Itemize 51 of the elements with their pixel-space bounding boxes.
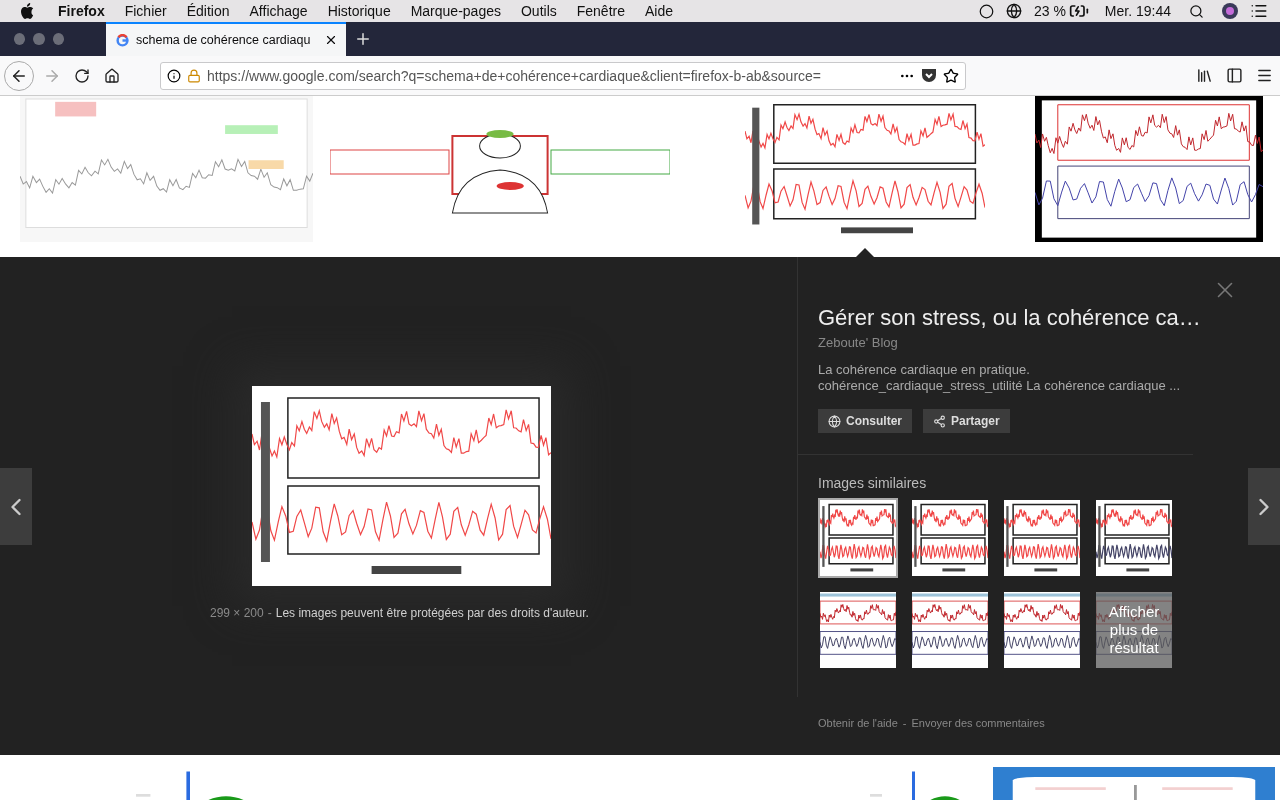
separator: - bbox=[267, 606, 272, 620]
section-heading: Images similaires bbox=[818, 475, 928, 491]
result-source: Zeboute' Blog bbox=[818, 335, 899, 350]
sidebar-icon bbox=[1225, 67, 1243, 84]
result-title[interactable]: Gérer son stress, ou la cohérence ca… bbox=[818, 305, 1248, 331]
menu-bar-clock[interactable]: Mer. 19:44 bbox=[1104, 3, 1171, 19]
next-button[interactable] bbox=[1248, 468, 1280, 545]
share-button[interactable]: Partager bbox=[923, 409, 1010, 433]
apple-logo-icon[interactable] bbox=[20, 3, 34, 19]
copyright-notice: Les images peuvent être protégées par des droits d'auteur. bbox=[275, 606, 589, 620]
show-more-overlay[interactable]: Afficher plus de résultat bbox=[1096, 592, 1172, 668]
zoom-window-button[interactable] bbox=[52, 33, 64, 45]
plus-icon bbox=[354, 30, 372, 48]
home-icon bbox=[104, 67, 120, 84]
globe-icon bbox=[828, 414, 841, 428]
google-logo-icon bbox=[116, 33, 129, 47]
search-icon[interactable] bbox=[1189, 3, 1204, 19]
help-link[interactable]: Obtenir de l'aide bbox=[818, 717, 898, 729]
visit-button[interactable]: Consulter bbox=[818, 409, 912, 433]
menu-item[interactable]: Marque-pages bbox=[410, 3, 501, 19]
image-dimensions: 299 × 200 bbox=[210, 606, 264, 620]
close-icon[interactable] bbox=[324, 33, 338, 47]
separator: - bbox=[902, 717, 907, 729]
menu-item[interactable]: Aide bbox=[645, 3, 674, 19]
menu-item[interactable]: Édition bbox=[186, 3, 230, 19]
reload-icon bbox=[74, 67, 90, 84]
menu-item[interactable]: Affichage bbox=[249, 3, 308, 19]
menu-icon bbox=[1255, 67, 1273, 84]
feedback-link[interactable]: Envoyer des commentaires bbox=[911, 717, 1045, 729]
library-icon bbox=[1195, 67, 1213, 84]
tab-title: schema de cohérence cardiaqu bbox=[136, 33, 311, 47]
notification-center-icon[interactable] bbox=[1250, 2, 1268, 20]
menu-item[interactable]: Fichier bbox=[124, 3, 167, 19]
star-icon[interactable] bbox=[943, 67, 959, 84]
result-description: La cohérence cardiaque en pratique. bbox=[818, 362, 1031, 377]
browser-tab[interactable]: schema de cohérence cardiaqu bbox=[106, 22, 346, 56]
pocket-icon[interactable] bbox=[921, 68, 937, 83]
menu-item[interactable]: Fenêtre bbox=[576, 3, 625, 19]
app-menu[interactable]: Firefox bbox=[58, 3, 105, 19]
url-field[interactable]: https://www.google.com/search?q=schema+de+cohérence+cardiaque&client=firefox-b-ab&source= bbox=[160, 61, 966, 90]
url-text: https://www.google.com/search?q=schema+de+cohérence+cardiaque&client=firefox-b-ab&source= bbox=[207, 67, 823, 84]
previous-button[interactable] bbox=[0, 468, 32, 545]
minimize-window-button[interactable] bbox=[33, 33, 45, 45]
menu-item[interactable]: Outils bbox=[520, 3, 557, 19]
battery-percentage: 23 % bbox=[1033, 3, 1066, 19]
result-description: cohérence_cardiaque_stress_utilité La cohérence cardiaque ... bbox=[818, 378, 1182, 393]
menu-item[interactable]: Historique bbox=[327, 3, 391, 19]
close-window-button[interactable] bbox=[14, 33, 26, 45]
info-icon[interactable] bbox=[167, 68, 181, 83]
lock-warning-icon[interactable] bbox=[187, 68, 201, 83]
share-icon bbox=[933, 414, 946, 428]
